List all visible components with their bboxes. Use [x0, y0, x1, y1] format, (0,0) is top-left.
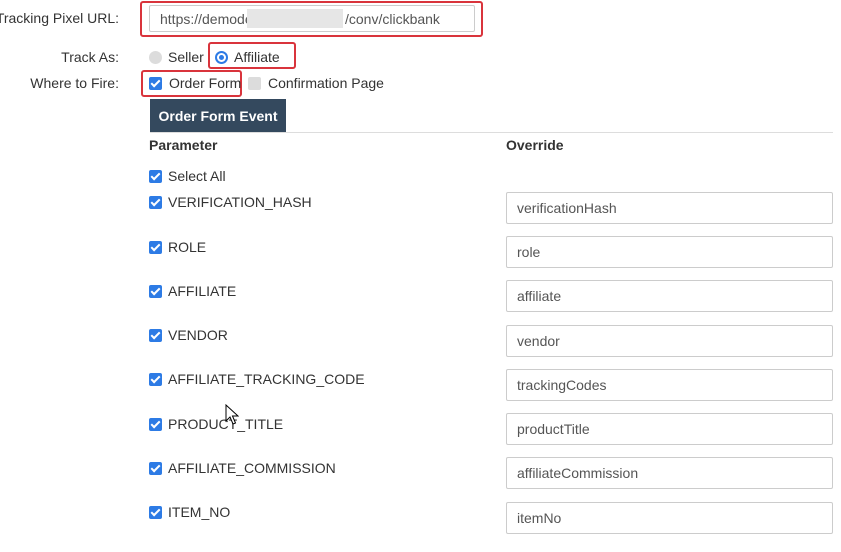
override-input[interactable]: affiliateCommission — [506, 457, 833, 489]
seller-radio[interactable] — [149, 51, 162, 64]
override-input[interactable]: verificationHash — [506, 192, 833, 224]
confirmation-page-checkbox[interactable] — [248, 77, 261, 90]
parameter-name: VENDOR — [168, 327, 228, 343]
affiliate-radio-label: Affiliate — [234, 49, 280, 65]
confirmation-page-checkbox-label: Confirmation Page — [268, 75, 384, 91]
override-input[interactable]: productTitle — [506, 413, 833, 445]
parameter-checkbox[interactable] — [149, 241, 162, 254]
mouse-cursor-icon — [225, 404, 239, 425]
order-form-checkbox-label: Order Form — [169, 75, 242, 91]
override-input[interactable]: trackingCodes — [506, 369, 833, 401]
override-input[interactable]: affiliate — [506, 280, 833, 312]
parameter-name: VERIFICATION_HASH — [168, 194, 312, 210]
parameter-checkbox[interactable] — [149, 196, 162, 209]
track-as-label: Track As: — [61, 49, 119, 65]
parameter-checkbox[interactable] — [149, 418, 162, 431]
url-prefix-text: https://demode — [160, 11, 253, 27]
parameter-column-header: Parameter — [149, 137, 218, 153]
tracking-pixel-url-label: Tracking Pixel URL: — [0, 10, 119, 26]
parameter-name: ITEM_NO — [168, 504, 231, 520]
parameter-checkbox[interactable] — [149, 285, 162, 298]
redacted-url-segment — [247, 9, 343, 28]
order-form-checkbox[interactable] — [149, 77, 162, 90]
url-suffix-text: /conv/clickbank — [345, 11, 440, 27]
parameter-checkbox[interactable] — [149, 506, 162, 519]
select-all-label: Select All — [168, 168, 226, 184]
override-input[interactable]: vendor — [506, 325, 833, 357]
where-to-fire-label: Where to Fire: — [30, 75, 119, 91]
parameter-name: ROLE — [168, 239, 207, 255]
parameter-name: AFFILIATE — [168, 283, 237, 299]
override-input[interactable]: itemNo — [506, 502, 833, 534]
override-column-header: Override — [506, 137, 564, 153]
select-all-checkbox[interactable] — [149, 170, 162, 183]
override-input[interactable]: role — [506, 236, 833, 268]
tab-divider — [150, 132, 833, 133]
seller-radio-label: Seller — [168, 49, 204, 65]
tracking-pixel-url-input[interactable]: https://demode /conv/clickbank — [149, 5, 475, 32]
parameter-checkbox[interactable] — [149, 373, 162, 386]
parameter-checkbox[interactable] — [149, 462, 162, 475]
affiliate-radio[interactable] — [215, 51, 228, 64]
parameter-name: AFFILIATE_COMMISSION — [168, 460, 336, 476]
parameter-name: AFFILIATE_TRACKING_CODE — [168, 371, 365, 387]
tab-order-form-event[interactable]: Order Form Event — [150, 99, 286, 133]
parameter-checkbox[interactable] — [149, 329, 162, 342]
